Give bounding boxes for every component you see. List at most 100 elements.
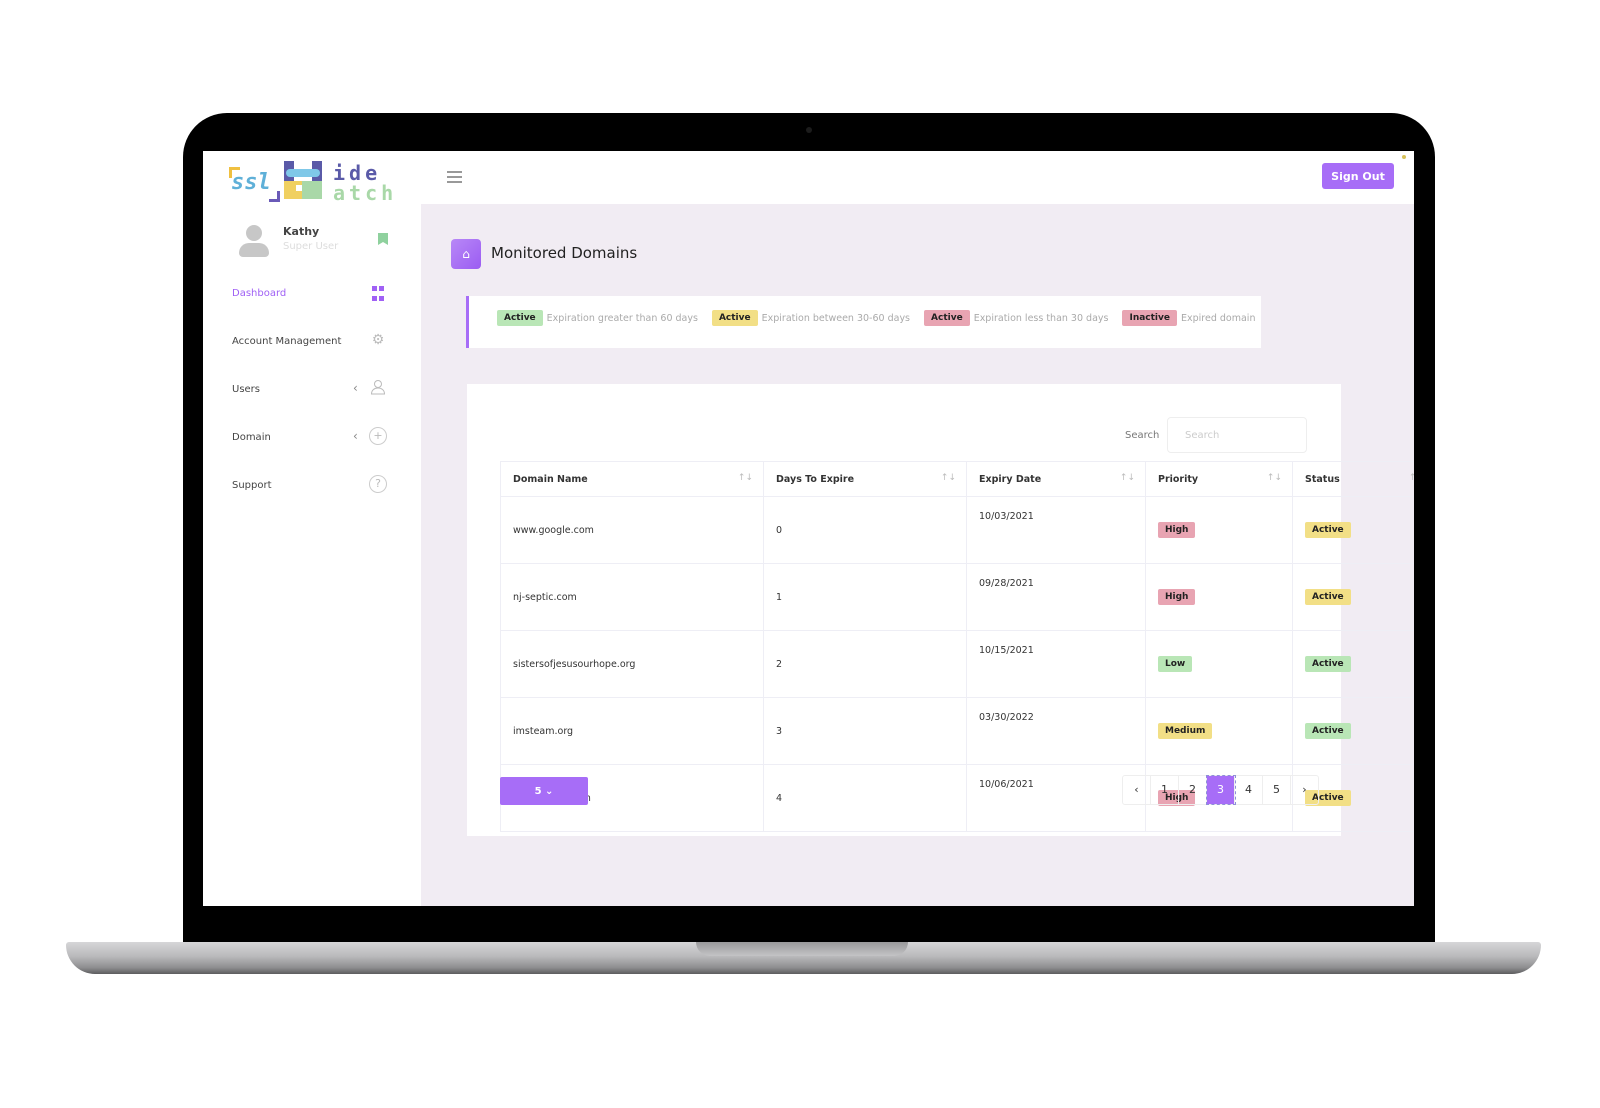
status-cell: Active [1292, 630, 1414, 698]
sidebar-item-users[interactable]: Users ‹ [203, 375, 421, 423]
status-legend: Active Expiration greater than 60 days A… [466, 296, 1261, 348]
priority-badge: High [1158, 589, 1196, 605]
domain-name-cell: nj-septic.com [500, 563, 764, 631]
help-circle-icon: ? [369, 475, 387, 493]
sign-out-button[interactable]: Sign Out [1322, 163, 1394, 189]
expiry-date-text: 09/28/2021 [979, 578, 1034, 589]
sort-icon[interactable]: ↑↓ [1120, 473, 1135, 483]
sidebar: ssl ide atch Kathy Super User Dashboard [203, 151, 421, 906]
domain-name-cell: sistersofjesusourhope.org [500, 630, 764, 698]
sort-icon[interactable]: ↑↓ [1409, 473, 1414, 483]
expiry-date-text: 10/06/2021 [979, 779, 1034, 790]
user-name: Kathy [283, 225, 320, 238]
dashboard-grid-icon [369, 283, 393, 307]
expiry-date-text: 03/30/2022 [979, 712, 1034, 723]
status-cell: Active [1292, 496, 1414, 564]
pagination-page-3-current[interactable]: 3 [1206, 775, 1236, 805]
column-header-label: Status [1305, 473, 1340, 485]
column-header-days-to-expire[interactable]: Days To Expire ↑↓ [763, 461, 967, 497]
sidebar-item-label: Users [232, 384, 261, 395]
domain-name-text: imsteam.org [513, 725, 574, 737]
home-icon[interactable]: ⌂ [451, 239, 481, 269]
legend-text: Expiration between 30-60 days [761, 312, 911, 324]
priority-badge: Medium [1158, 723, 1213, 739]
status-badge: Active [1305, 522, 1351, 538]
column-header-label: Domain Name [513, 473, 588, 485]
priority-cell: Medium [1145, 697, 1293, 765]
notification-dot [1402, 155, 1406, 159]
priority-badge: Low [1158, 656, 1193, 672]
user-profile: Kathy Super User [233, 225, 403, 265]
table-row[interactable]: www.google.com 0 10/03/2021 High Active [500, 496, 1414, 564]
days-to-expire-text: 3 [776, 725, 783, 737]
expiry-date-text: 10/15/2021 [979, 645, 1034, 656]
table-row[interactable]: nj-septic.com 1 09/28/2021 High Active [500, 563, 1414, 631]
expiry-date-cell: 10/06/2021 [966, 764, 1146, 832]
hamburger-menu-icon[interactable] [447, 171, 462, 186]
app-screen: ssl ide atch Kathy Super User Dashboard [203, 151, 1414, 906]
pagination-page-4[interactable]: 4 [1235, 776, 1263, 804]
status-cell: Active [1292, 563, 1414, 631]
legend-badge: Active [497, 310, 543, 326]
column-header-priority[interactable]: Priority ↑↓ [1145, 461, 1293, 497]
table-row[interactable]: imsteam.org 3 03/30/2022 Medium Active [500, 697, 1414, 765]
days-to-expire-text: 4 [776, 792, 783, 804]
status-cell: Active [1292, 697, 1414, 765]
sidebar-item-domain[interactable]: Domain ‹ + [203, 423, 421, 471]
search-input[interactable] [1167, 417, 1307, 453]
legend-text: Expiration less than 30 days [973, 312, 1109, 324]
sidebar-nav: Dashboard Account Management ⚙ Users ‹ D… [203, 279, 421, 519]
user-icon [369, 379, 387, 397]
priority-cell: High [1145, 496, 1293, 564]
pagination-next-button[interactable]: › [1291, 776, 1318, 804]
sort-icon[interactable]: ↑↓ [1267, 473, 1282, 483]
sort-icon[interactable]: ↑↓ [941, 473, 956, 483]
app-logo[interactable]: ssl ide atch [229, 161, 399, 205]
sidebar-item-support[interactable]: Support ? [203, 471, 421, 519]
sidebar-item-label: Account Management [232, 336, 342, 347]
logo-bracket-right [269, 191, 280, 202]
legend-text: Expiration greater than 60 days [546, 312, 698, 324]
expiry-date-text: 10/03/2021 [979, 511, 1034, 522]
verified-bookmark-icon [378, 233, 388, 245]
legend-text: Expired domain [1181, 312, 1256, 324]
search-label: Search [1125, 430, 1160, 441]
column-header-label: Expiry Date [979, 473, 1042, 485]
days-to-expire-text: 1 [776, 591, 783, 603]
sidebar-item-account-management[interactable]: Account Management ⚙ [203, 327, 421, 375]
logo-w-icon [284, 161, 322, 199]
table-row[interactable]: sistersofjesusourhope.org 2 10/15/2021 Low A… [500, 630, 1414, 698]
status-badge: Active [1305, 723, 1351, 739]
days-to-expire-text: 2 [776, 658, 783, 670]
days-to-expire-cell: 2 [763, 630, 967, 698]
days-to-expire-cell: 0 [763, 496, 967, 564]
main-content: ⌂ Monitored Domains Active Expiration gr… [421, 204, 1414, 906]
pagination-page-2[interactable]: 2 [1179, 776, 1207, 804]
sidebar-item-label: Support [232, 480, 272, 491]
sort-icon[interactable]: ↑↓ [738, 473, 753, 483]
domain-name-cell: www.google.com [500, 496, 764, 564]
avatar[interactable] [239, 225, 269, 259]
column-header-status[interactable]: Status ↑↓ [1292, 461, 1414, 497]
sidebar-item-label: Domain [232, 432, 271, 443]
domain-name-text: www.google.com [513, 524, 594, 536]
gear-icon: ⚙ [371, 332, 385, 348]
column-header-expiry-date[interactable]: Expiry Date ↑↓ [966, 461, 1146, 497]
status-badge: Active [1305, 656, 1351, 672]
chevron-left-icon: ‹ [353, 429, 358, 443]
domain-name-text: nj-septic.com [513, 591, 577, 603]
logo-line-2: atch [333, 181, 398, 205]
legend-badge: Active [711, 310, 758, 326]
pagination-page-5[interactable]: 5 [1263, 776, 1291, 804]
days-to-expire-cell: 1 [763, 563, 967, 631]
column-header-domain-name[interactable]: Domain Name ↑↓ [500, 461, 764, 497]
pagination-prev-button[interactable]: ‹ [1123, 776, 1151, 804]
rows-per-page-select[interactable]: 5 ⌄ [500, 777, 588, 805]
page-title: Monitored Domains [491, 244, 638, 262]
legend-badge: Active [924, 310, 970, 326]
plus-circle-icon: + [369, 427, 387, 445]
logo-ssl-text: ssl [231, 170, 271, 195]
sidebar-item-label: Dashboard [232, 288, 287, 299]
pagination-page-1[interactable]: 1 [1151, 776, 1179, 804]
sidebar-item-dashboard[interactable]: Dashboard [203, 279, 421, 327]
